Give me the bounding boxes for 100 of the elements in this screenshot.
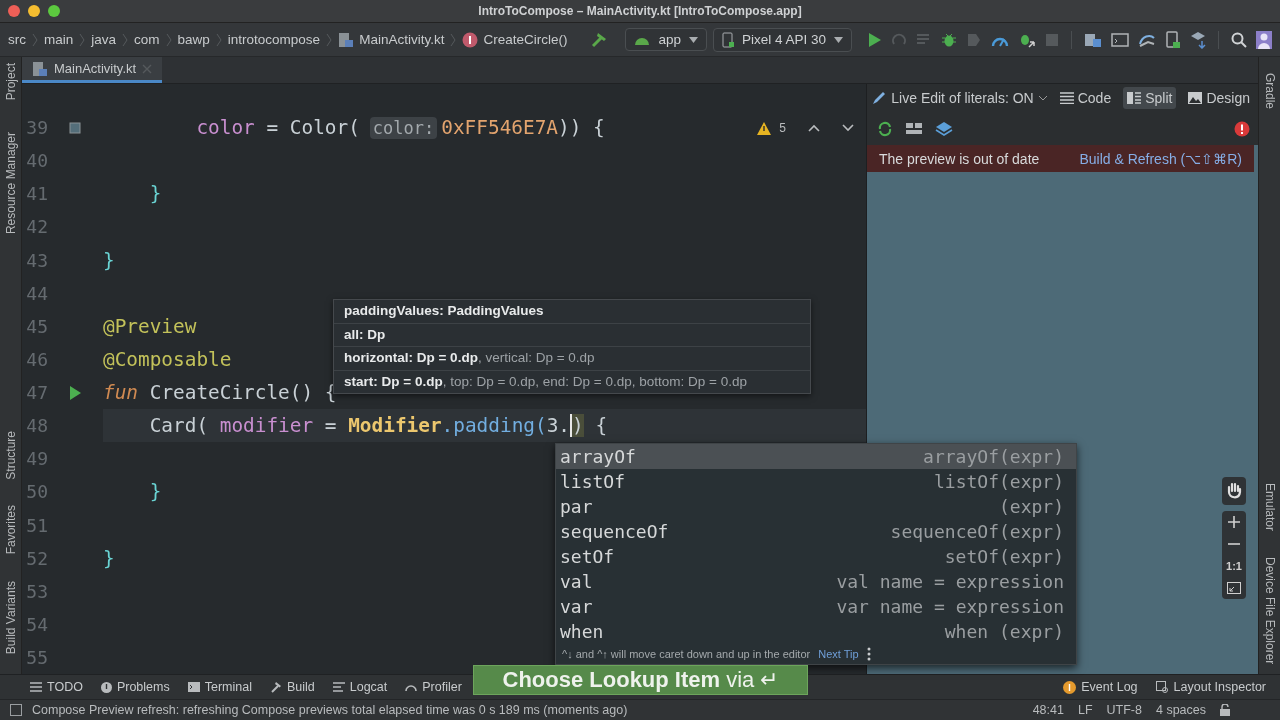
tool-window-button[interactable]: Problems (100, 680, 170, 694)
line-number: 44 (25, 282, 48, 304)
line-number: 46 (25, 348, 48, 370)
avd-manager-icon[interactable] (1165, 30, 1181, 49)
color-swatch-icon (69, 121, 81, 134)
chevron-up-icon[interactable] (808, 124, 820, 132)
breadcrumb-item[interactable]: bawp (177, 32, 210, 47)
line-number: 43 (25, 249, 48, 271)
module-dropdown[interactable]: app (625, 28, 707, 51)
completion-item[interactable]: sequenceOf sequenceOf(expr) (556, 519, 1076, 544)
panel-toggle-icon[interactable] (10, 704, 22, 716)
line-number: 55 (25, 647, 48, 669)
sdk-manager-icon[interactable] (1190, 30, 1206, 49)
view-mode-button[interactable]: Design (1184, 87, 1254, 109)
completion-item[interactable]: when when (expr) (556, 619, 1076, 644)
actual-size-button[interactable]: 1:1 (1226, 560, 1242, 572)
completion-item[interactable]: setOf setOf(expr) (556, 544, 1076, 569)
zoom-in-icon[interactable] (1228, 516, 1240, 528)
line-number: 39 (25, 117, 48, 139)
layers-icon[interactable] (935, 120, 953, 137)
line-number: 47 (25, 382, 48, 404)
completion-item[interactable]: par (expr) (556, 494, 1076, 519)
pencil-icon (871, 90, 888, 106)
line-number: 53 (25, 580, 48, 602)
lock-icon[interactable] (1220, 704, 1230, 716)
hand-icon[interactable] (1226, 482, 1242, 500)
breadcrumb-item[interactable]: CreateCircle() (462, 31, 568, 48)
breadcrumb-item[interactable]: introtocompose (227, 32, 321, 47)
tool-window-tab[interactable]: Emulator (1262, 482, 1277, 531)
status-item[interactable]: LF (1077, 703, 1093, 717)
status-item[interactable]: 48:41 (1032, 703, 1064, 717)
completion-item[interactable]: val val name = expression (556, 569, 1076, 594)
debug-icon[interactable] (941, 31, 957, 48)
device-manager-icon[interactable] (1084, 31, 1102, 48)
tool-window-tab[interactable]: Gradle (1262, 73, 1277, 110)
minimize-window-button[interactable] (28, 5, 40, 17)
search-icon[interactable] (1231, 31, 1247, 48)
caret-icon[interactable] (688, 36, 698, 43)
build-refresh-link[interactable]: Build & Refresh (⌥⇧⌘R) (1079, 150, 1242, 167)
completion-item[interactable]: listOf listOf(expr) (556, 469, 1076, 494)
tool-window-button[interactable]: Build (269, 680, 315, 694)
completion-item[interactable]: arrayOf arrayOf(expr) (556, 444, 1076, 469)
error-icon[interactable] (1234, 120, 1250, 137)
status-item[interactable]: UTF-8 (1106, 703, 1142, 717)
tool-window-button[interactable]: Terminal (187, 680, 252, 694)
layout-icon[interactable] (905, 120, 923, 137)
terminal-window-icon[interactable] (1111, 31, 1129, 48)
view-mode-button[interactable]: Code (1055, 87, 1116, 109)
completion-item[interactable]: var var name = expression (556, 594, 1076, 619)
chevron-down-icon[interactable] (842, 124, 854, 132)
tool-window-tab[interactable]: Structure (3, 430, 18, 480)
avatar-icon[interactable] (1256, 30, 1272, 49)
split-icon (1127, 92, 1142, 104)
hammer-icon[interactable] (590, 30, 609, 49)
caret-icon[interactable] (834, 36, 843, 43)
tool-window-tab[interactable]: Favorites (3, 505, 18, 555)
device-dropdown[interactable]: Pixel 4 API 30 (712, 27, 852, 52)
tool-window-tab[interactable]: Resource Manager (3, 132, 18, 235)
parameter-signature: start: Dp = 0.dp, top: Dp = 0.dp, end: Dp = 0.dp, bottom: Dp = 0.dp (334, 369, 810, 393)
zoom-window-button[interactable] (48, 5, 60, 17)
code-line: @Preview (103, 313, 197, 340)
run-icon[interactable] (868, 31, 882, 48)
tool-window-button[interactable]: Event Log (1063, 680, 1138, 694)
code-line: color = Color( color: 0xFF546E7A)) { (195, 115, 605, 142)
tool-window-tab[interactable]: Project (3, 63, 18, 101)
breadcrumb-item[interactable]: MainActivity.kt (338, 31, 445, 48)
function-icon[interactable] (462, 31, 479, 48)
parameter-signature: horizontal: Dp = 0.dp, vertical: Dp = 0.dp (334, 346, 810, 370)
tool-window-button[interactable]: TODO (30, 680, 83, 694)
kotlin-file-icon[interactable] (338, 31, 355, 48)
lines-icon (332, 682, 345, 692)
tool-window-tab[interactable]: Build Variants (3, 580, 18, 654)
breadcrumb-item[interactable]: src (8, 32, 26, 47)
view-mode-button[interactable]: Split (1123, 87, 1177, 109)
close-icon (142, 63, 153, 74)
code-line: fun CreateCircle() { (103, 380, 337, 407)
next-tip-link[interactable]: Next Tip (818, 648, 859, 660)
breadcrumb-item[interactable]: java (91, 32, 117, 47)
code-line: @Composable (103, 346, 232, 373)
run-icon[interactable] (67, 384, 83, 401)
more-icon[interactable] (866, 647, 871, 661)
editor-tab[interactable]: MainActivity.kt (22, 57, 163, 83)
refresh-icon[interactable] (877, 120, 893, 137)
line-number: 49 (25, 448, 48, 470)
live-edit-dropdown[interactable]: Live Edit of literals: ON (871, 90, 1048, 106)
phone-icon (721, 31, 734, 48)
breadcrumb-item[interactable]: main (44, 32, 74, 47)
tool-window-button[interactable]: Profiler (405, 680, 462, 694)
breadcrumb-item[interactable]: com (134, 32, 160, 47)
zoom-to-fit-icon[interactable] (1227, 582, 1241, 594)
status-item[interactable]: 4 spaces (1155, 703, 1206, 717)
line-number: 41 (25, 183, 48, 205)
code-line: } (103, 247, 115, 274)
tool-window-tab[interactable]: Device File Explorer (1262, 556, 1277, 664)
close-window-button[interactable] (8, 5, 20, 17)
tool-window-button[interactable]: Layout Inspector (1155, 680, 1266, 694)
line-number: 51 (25, 514, 48, 536)
parameter-signature: paddingValues: PaddingValues (343, 302, 545, 320)
tool-window-button[interactable]: Logcat (332, 680, 388, 694)
line-number: 52 (25, 547, 48, 569)
